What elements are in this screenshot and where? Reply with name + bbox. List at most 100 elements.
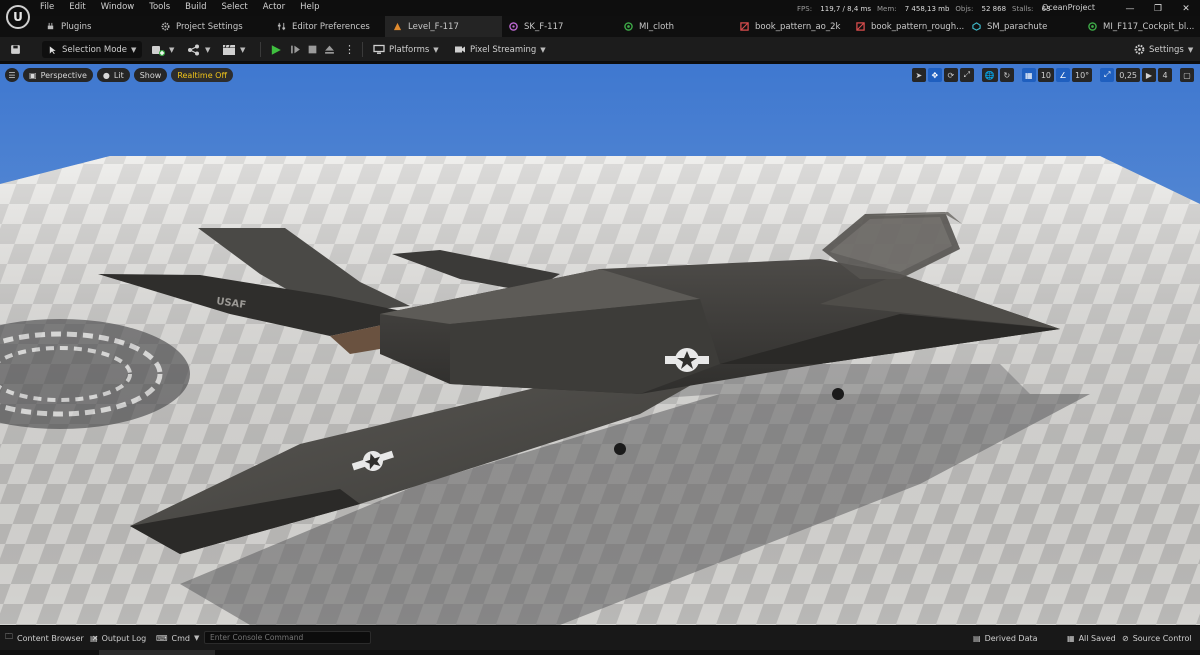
- level-viewport[interactable]: USAF ☰ ▣ Perspective ● Lit Show Realtime…: [0, 62, 1200, 625]
- step-button[interactable]: [290, 41, 301, 58]
- save-icon[interactable]: [10, 41, 21, 58]
- log-icon: ▤: [90, 633, 98, 643]
- tab-sm-parachute[interactable]: SM_parachute: [972, 16, 1047, 37]
- tab-mi-cloth[interactable]: MI_cloth: [624, 16, 674, 37]
- bottom-strip: [0, 650, 1200, 655]
- chevron-down-icon: ▼: [169, 45, 175, 54]
- rotation-snap-value[interactable]: 10°: [1072, 68, 1093, 82]
- cmd-dropdown[interactable]: ⌨ Cmd ▼: [156, 631, 199, 645]
- tab-sk-f117[interactable]: SK_F-117: [509, 16, 563, 37]
- lit-button[interactable]: ● Lit: [96, 68, 130, 82]
- show-button[interactable]: Show: [133, 68, 168, 82]
- eject-button[interactable]: [324, 41, 335, 58]
- blueprint-button[interactable]: ▼: [187, 41, 210, 58]
- gear-icon: [161, 22, 170, 31]
- output-log-label: Output Log: [101, 633, 147, 643]
- viewport-left-controls: ☰ ▣ Perspective ● Lit Show Realtime Off: [5, 68, 237, 82]
- settings-button[interactable]: Settings ▼: [1134, 41, 1193, 58]
- stop-icon: [308, 45, 317, 54]
- play-button[interactable]: [270, 41, 282, 58]
- viewport-scene[interactable]: USAF: [0, 64, 1200, 625]
- tab-mi-f117-cockpit[interactable]: MI_F117_Cockpit_bl...: [1088, 16, 1194, 37]
- tab-book-pattern-rough[interactable]: book_pattern_rough...: [856, 16, 964, 37]
- menu-actor[interactable]: Actor: [263, 2, 285, 12]
- grid-snap-icon[interactable]: ▦: [1021, 68, 1036, 82]
- perspective-label: Perspective: [40, 70, 87, 80]
- tab-plugins[interactable]: Plugins: [46, 16, 91, 37]
- unreal-logo-icon[interactable]: U: [6, 5, 30, 29]
- content-browser-tab[interactable]: 🗀 Content Browser ✕: [5, 631, 98, 645]
- scale-snap-value[interactable]: 0,25: [1116, 68, 1140, 82]
- viewport-right-controls: ➤ ✥ ⟳ ⤢ 🌐 ↻ ▦ 10 ∠ 10° ⤢ 0,25 ▶ 4 ▢: [910, 68, 1194, 82]
- derived-data-button[interactable]: ▤ Derived Data: [973, 631, 1038, 645]
- hamburger-menu-icon[interactable]: ☰: [5, 68, 19, 82]
- select-tool-icon[interactable]: ➤: [911, 68, 926, 82]
- maximize-viewport-icon[interactable]: ▢: [1180, 68, 1194, 82]
- skeleton-icon: [509, 22, 518, 31]
- grid-snap-value[interactable]: 10: [1037, 68, 1054, 82]
- material-icon: [624, 22, 633, 31]
- scale-snap-icon[interactable]: ⤢: [1100, 68, 1115, 82]
- rotate-tool-icon[interactable]: ⟳: [943, 68, 958, 82]
- fps-label: FPS:: [797, 5, 813, 13]
- chevron-down-icon: ▼: [240, 45, 246, 54]
- texture-icon: [740, 22, 749, 31]
- menu-tools[interactable]: Tools: [149, 2, 170, 12]
- play-options-icon[interactable]: ⋮: [344, 41, 355, 58]
- add-actor-button[interactable]: ▼: [151, 41, 174, 58]
- clapperboard-icon: [223, 44, 235, 55]
- surface-snap-icon[interactable]: ↻: [999, 68, 1014, 82]
- content-browser-label: Content Browser: [17, 633, 84, 643]
- tab-label: MI_cloth: [639, 21, 675, 32]
- realtime-label: Realtime Off: [177, 70, 227, 80]
- camera-speed-icon[interactable]: ▶: [1142, 68, 1156, 82]
- main-menu: File Edit Window Tools Build Select Acto…: [40, 2, 335, 12]
- tab-label: MI_F117_Cockpit_bl...: [1103, 21, 1195, 32]
- toolbar-divider: [362, 42, 363, 57]
- selection-mode-button[interactable]: Selection Mode ▼: [42, 41, 143, 58]
- source-control-button[interactable]: ⊘ Source Control: [1122, 631, 1192, 645]
- menu-help[interactable]: Help: [300, 2, 319, 12]
- tab-label: SK_F-117: [524, 21, 564, 32]
- chevron-down-icon: ▼: [205, 45, 211, 54]
- all-saved-button[interactable]: ▦ All Saved: [1067, 631, 1116, 645]
- fps-value: 119,7 / 8,4 ms: [820, 5, 871, 13]
- main-toolbar: Selection Mode ▼ ▼ ▼ ▼ ⋮ Platforms ▼ Pix…: [0, 37, 1200, 62]
- platforms-button[interactable]: Platforms ▼: [373, 41, 439, 58]
- play-icon: [271, 44, 281, 55]
- texture-icon: [856, 22, 865, 31]
- folder-icon: 🗀: [5, 632, 13, 641]
- eject-icon: [325, 45, 334, 54]
- platforms-label: Platforms: [389, 44, 430, 55]
- camera-speed-value[interactable]: 4: [1158, 68, 1172, 82]
- menu-edit[interactable]: Edit: [69, 2, 85, 12]
- tab-book-pattern-ao[interactable]: book_pattern_ao_2k: [740, 16, 840, 37]
- cinematics-button[interactable]: ▼: [222, 41, 245, 58]
- console-command-input[interactable]: [204, 631, 371, 644]
- tab-editor-preferences[interactable]: Editor Preferences: [277, 16, 370, 37]
- translate-tool-icon[interactable]: ✥: [927, 68, 942, 82]
- cmd-label: Cmd: [171, 633, 191, 643]
- perspective-button[interactable]: ▣ Perspective: [23, 68, 93, 82]
- tab-project-settings[interactable]: Project Settings: [161, 16, 243, 37]
- tab-label: Project Settings: [176, 21, 243, 32]
- world-space-icon[interactable]: 🌐: [981, 68, 998, 82]
- rotation-snap-icon[interactable]: ∠: [1056, 68, 1070, 82]
- terminal-icon: ⌨: [156, 633, 168, 643]
- source-control-label: Source Control: [1132, 633, 1192, 643]
- tab-level-f117[interactable]: Level_F-117: [385, 16, 502, 37]
- menu-build[interactable]: Build: [185, 2, 206, 12]
- objs-label: Objs:: [955, 5, 974, 13]
- pixel-streaming-button[interactable]: Pixel Streaming ▼: [454, 41, 546, 58]
- realtime-off-button[interactable]: Realtime Off: [171, 68, 233, 82]
- material-icon: [1088, 22, 1097, 31]
- level-icon: [393, 22, 402, 31]
- menu-window[interactable]: Window: [101, 2, 135, 12]
- menu-select[interactable]: Select: [222, 2, 248, 12]
- scale-tool-icon[interactable]: ⤢: [959, 68, 974, 82]
- objs-value: 52 868: [981, 5, 1007, 13]
- stop-button[interactable]: [307, 41, 318, 58]
- output-log-tab[interactable]: ▤ Output Log: [90, 631, 146, 645]
- lit-label: Lit: [113, 70, 124, 80]
- menu-file[interactable]: File: [40, 2, 54, 12]
